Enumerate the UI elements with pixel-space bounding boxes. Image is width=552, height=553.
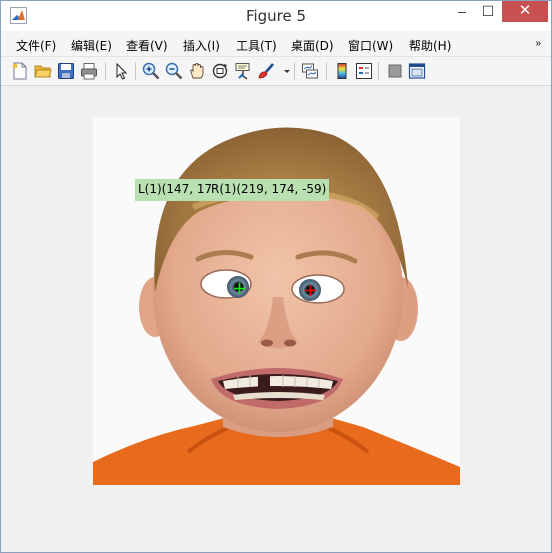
menu-insert[interactable]: 插入(I) [183,37,220,54]
toolbar-separator [326,62,327,80]
new-figure-icon[interactable] [11,62,29,80]
left-eye-datatip: L(1)(147, 17 [138,182,211,196]
link-plot-icon[interactable] [301,62,319,80]
legend-icon[interactable] [355,62,373,80]
brush-icon[interactable] [257,62,275,80]
face-photo [93,117,460,485]
zoom-out-icon[interactable] [165,62,183,80]
menu-view[interactable]: 查看(V) [126,37,168,54]
pan-hand-icon[interactable] [188,62,206,80]
figure-window: Figure 5 – ☐ ✕ 文件(F) 编辑(E) 查看(V) 插入(I) 工… [0,0,552,553]
menu-desktop[interactable]: 桌面(D) [291,37,334,54]
maximize-button[interactable]: ☐ [475,1,501,22]
colorbar-icon[interactable] [333,62,351,80]
menu-bar: 文件(F) 编辑(E) 查看(V) 插入(I) 工具(T) 桌面(D) 窗口(W… [1,32,551,57]
menu-window[interactable]: 窗口(W) [348,37,393,54]
toolbar-separator [294,62,295,80]
image-axes[interactable] [93,117,460,485]
zoom-in-icon[interactable] [142,62,160,80]
toolbar-separator [105,62,106,80]
menu-tools[interactable]: 工具(T) [236,37,277,54]
rotate-3d-icon[interactable] [211,62,229,80]
brush-dropdown-icon[interactable] [278,62,290,80]
left-eye-marker [234,283,245,294]
open-file-icon[interactable] [34,62,52,80]
select-arrow-icon[interactable] [112,62,130,80]
menu-file[interactable]: 文件(F) [16,37,56,54]
close-button[interactable]: ✕ [502,1,548,22]
minimize-button[interactable]: – [449,1,475,22]
toolbar-separator [135,62,136,80]
menu-edit[interactable]: 编辑(E) [71,37,112,54]
hide-plot-tools-icon[interactable] [386,62,404,80]
datatip-label[interactable]: L(1)(147, 17 R(1)(219, 174, -59) [135,179,329,201]
toolbar-separator [378,62,379,80]
menu-help[interactable]: 帮助(H) [409,37,451,54]
data-cursor-icon[interactable] [234,62,252,80]
show-plot-tools-icon[interactable] [408,62,426,80]
save-icon[interactable] [57,62,75,80]
figure-canvas[interactable]: L(1)(147, 17 R(1)(219, 174, -59) [1,86,551,552]
figure-toolbar [1,57,551,86]
title-bar[interactable]: Figure 5 – ☐ ✕ [1,1,551,31]
right-eye-marker [305,285,316,296]
double-chevron-icon[interactable]: » [535,38,541,49]
right-eye-datatip: R(1)(219, 174, -59) [211,182,327,196]
print-icon[interactable] [80,62,98,80]
